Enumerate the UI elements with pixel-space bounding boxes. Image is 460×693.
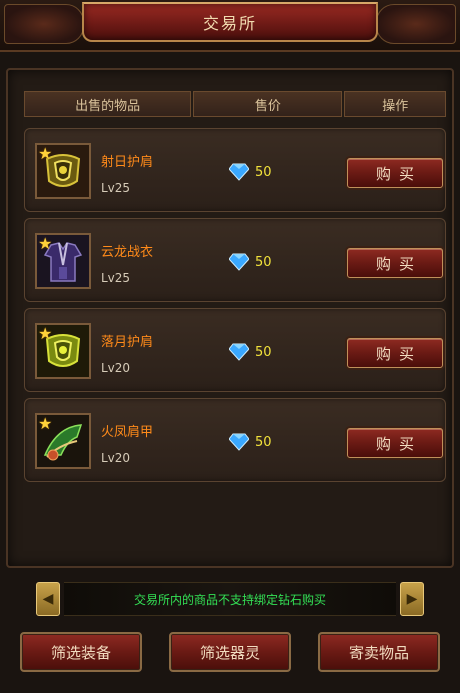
table-header: 出售的物品 售价 操作 [24,91,446,117]
diamond-icon [229,433,249,451]
arrow-left-icon[interactable]: ◀ [36,582,60,616]
list-item: ★ 火凤肩甲 Lv20 50 购买 [24,398,446,482]
price-value: 50 [255,254,272,270]
pauldron-icon[interactable]: ★ [35,323,91,379]
list-item: ★ 落月护肩 Lv20 50 购买 [24,308,446,392]
star-icon: ★ [38,144,53,163]
filter-equipment-button[interactable]: 筛选装备 [20,632,142,672]
item-price: 50 [229,433,272,451]
diamond-icon [229,163,249,181]
title-plate: 交易所 [82,2,378,42]
trade-panel: 出售的物品 售价 操作 ★ 射日护肩 Lv25 50 购买 ★ 云龙战衣 Lv2… [6,68,454,568]
item-name: 火凤肩甲 [101,425,154,440]
item-level: Lv25 [101,271,131,285]
buy-button[interactable]: 购买 [347,248,443,278]
price-value: 50 [255,164,272,180]
bottom-button-bar: 筛选装备 筛选器灵 寄卖物品 [20,632,440,672]
item-level: Lv20 [101,361,131,375]
buy-button[interactable]: 购买 [347,428,443,458]
price-value: 50 [255,434,272,450]
arrow-right-icon[interactable]: ▶ [400,582,424,616]
item-level: Lv20 [101,451,131,465]
star-icon: ★ [38,414,53,433]
shoulder-armor-icon[interactable]: ★ [35,413,91,469]
ornament-right [376,4,456,44]
buy-button[interactable]: 购买 [347,158,443,188]
header-price: 售价 [193,91,343,117]
robe-icon[interactable]: ★ [35,233,91,289]
item-price: 50 [229,253,272,271]
ornament-left [4,4,84,44]
star-icon: ★ [38,324,53,343]
buy-button[interactable]: 购买 [347,338,443,368]
item-level: Lv25 [101,181,131,195]
filter-spirit-button[interactable]: 筛选器灵 [169,632,291,672]
star-icon: ★ [38,234,53,253]
consign-item-button[interactable]: 寄卖物品 [318,632,440,672]
notice-text: 交易所内的商品不支持绑定钻石购买 [64,582,396,616]
header-action: 操作 [344,91,446,117]
item-price: 50 [229,163,272,181]
price-value: 50 [255,344,272,360]
item-name: 落月护肩 [101,335,154,350]
item-list: ★ 射日护肩 Lv25 50 购买 ★ 云龙战衣 Lv25 50 购买 ★ 落月… [24,128,446,488]
item-name: 射日护肩 [101,155,154,170]
pauldron-icon[interactable]: ★ [35,143,91,199]
item-price: 50 [229,343,272,361]
title-bar: 交易所 [0,0,460,52]
list-item: ★ 云龙战衣 Lv25 50 购买 [24,218,446,302]
diamond-icon [229,253,249,271]
list-item: ★ 射日护肩 Lv25 50 购买 [24,128,446,212]
item-name: 云龙战衣 [101,245,154,260]
notice-bar: ◀ 交易所内的商品不支持绑定钻石购买 ▶ [36,580,424,618]
header-item: 出售的物品 [24,91,192,117]
diamond-icon [229,343,249,361]
window-title: 交易所 [202,14,257,33]
